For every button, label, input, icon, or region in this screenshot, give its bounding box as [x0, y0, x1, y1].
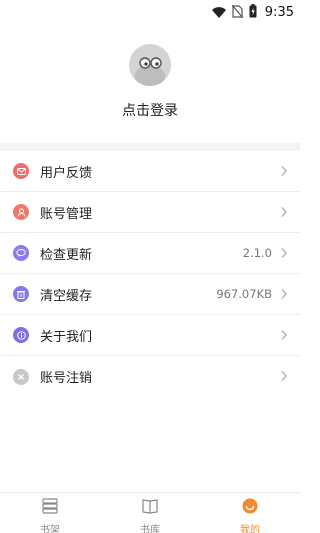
- chat-icon: [13, 245, 29, 261]
- menu-item-label: 账号管理: [40, 206, 93, 222]
- nav-tab-bookshelf[interactable]: 书架: [0, 493, 100, 533]
- version-value: 2.1.0: [242, 246, 272, 260]
- nav-tab-library[interactable]: 书库: [100, 493, 200, 533]
- avatar[interactable]: [129, 44, 171, 86]
- status-time: 9:35: [264, 4, 294, 20]
- nav-label: 我的: [240, 525, 260, 533]
- chevron-right-icon: [280, 326, 288, 345]
- menu-item-about[interactable]: 关于我们: [0, 315, 300, 356]
- menu-item-label: 清空缓存: [40, 288, 93, 304]
- menu-item-label: 用户反馈: [40, 165, 93, 181]
- bookshelf-icon: [41, 497, 59, 519]
- trash-icon: [13, 286, 29, 302]
- profile-icon: [241, 497, 259, 519]
- status-bar: 9:35: [0, 0, 300, 24]
- menu-item-label: 关于我们: [40, 329, 93, 345]
- mail-icon: [13, 163, 29, 179]
- section-divider: [0, 143, 300, 151]
- chevron-right-icon: [280, 203, 288, 222]
- settings-menu: 用户反馈 账号管理 检查更新 2.1.0 清空缓存 967.07KB 关于我们 …: [0, 151, 300, 397]
- chevron-right-icon: [280, 285, 288, 304]
- menu-item-feedback[interactable]: 用户反馈: [0, 151, 300, 192]
- battery-icon: [249, 3, 257, 22]
- menu-item-label: 检查更新: [40, 247, 93, 263]
- nav-label: 书架: [40, 525, 60, 533]
- menu-item-account[interactable]: 账号管理: [0, 192, 300, 233]
- menu-item-label: 账号注销: [40, 371, 93, 386]
- chevron-right-icon: [280, 367, 288, 386]
- chevron-right-icon: [280, 162, 288, 181]
- user-icon: [13, 204, 29, 220]
- book-icon: [141, 497, 159, 519]
- cache-size-value: 967.07KB: [216, 287, 272, 301]
- menu-item-check-update[interactable]: 检查更新 2.1.0: [0, 233, 300, 274]
- wifi-icon: [211, 3, 226, 22]
- menu-item-clear-cache[interactable]: 清空缓存 967.07KB: [0, 274, 300, 315]
- menu-item-delete-account[interactable]: 账号注销: [0, 356, 300, 397]
- chevron-right-icon: [280, 244, 288, 263]
- nav-label: 书库: [140, 525, 160, 533]
- bottom-nav: 书架 书库 我的: [0, 492, 300, 533]
- login-link[interactable]: 点击登录: [122, 100, 178, 120]
- profile-header: 点击登录: [0, 28, 300, 143]
- info-icon: [13, 327, 29, 343]
- close-icon: [13, 368, 29, 385]
- nav-tab-profile[interactable]: 我的: [200, 493, 300, 533]
- no-sim-icon: [231, 3, 244, 22]
